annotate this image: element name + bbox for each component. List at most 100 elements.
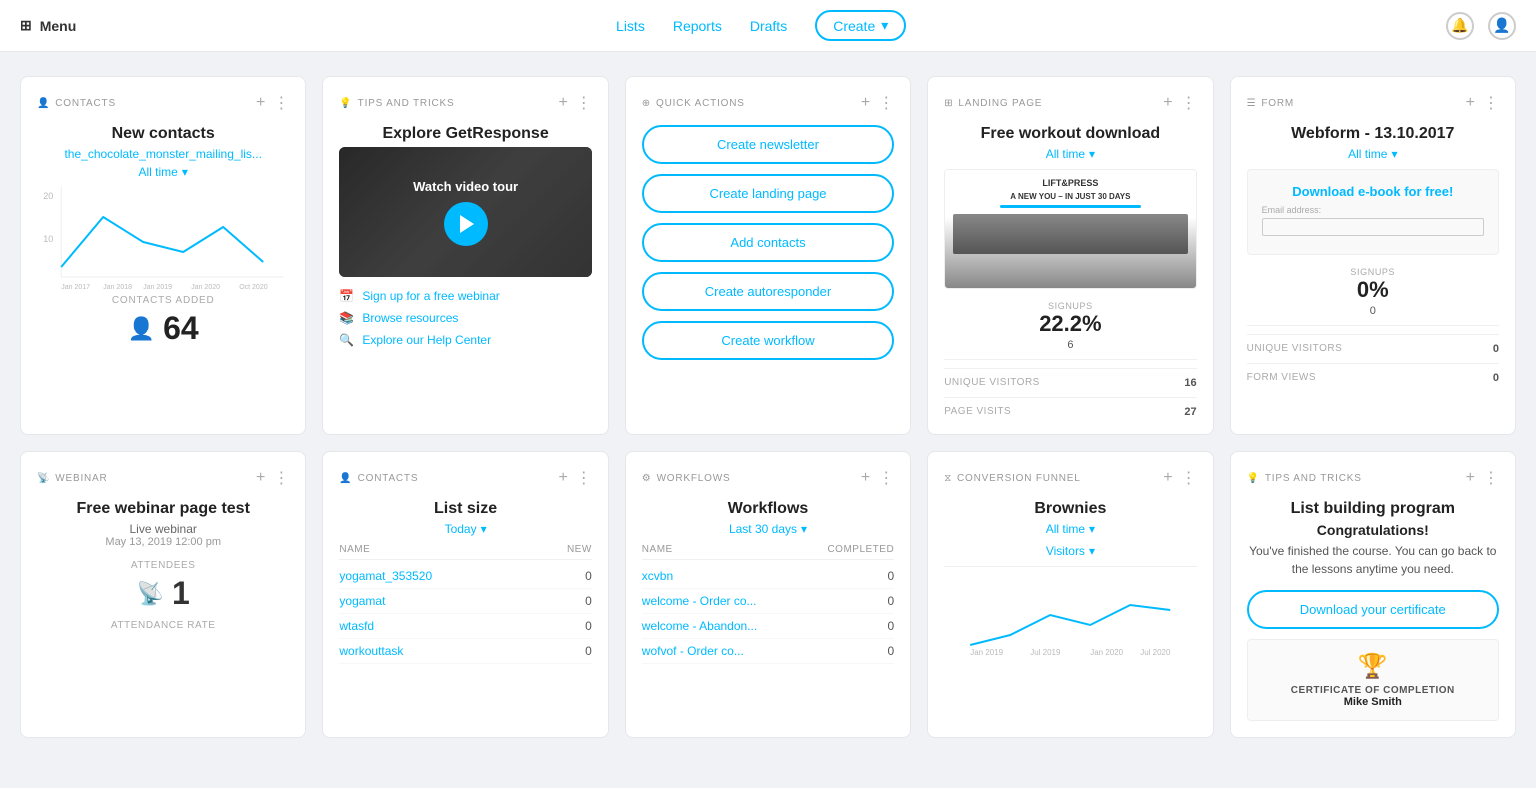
certificate-preview: 🏆 CERTIFICATE OF COMPLETION Mike Smith <box>1247 639 1499 721</box>
contacts-card: 👤 CONTACTS + ⋮ New contacts the_chocolat… <box>20 76 306 435</box>
video-thumbnail[interactable]: Watch video tour <box>339 147 591 277</box>
tips-bottom-title: List building program <box>1247 500 1499 518</box>
list-name-1[interactable]: yogamat_353520 <box>339 569 432 583</box>
form-views: FORM VIEWS 0 <box>1247 363 1499 384</box>
funnel-visitors-dropdown[interactable]: Visitors ▾ <box>944 544 1196 558</box>
more-options-icon[interactable]: ⋮ <box>576 93 592 113</box>
workflows-period-dropdown[interactable]: Last 30 days ▾ <box>642 522 894 536</box>
list-size-label: 👤 CONTACTS <box>339 473 418 484</box>
add-contacts-button[interactable]: Add contacts <box>642 223 894 262</box>
play-button[interactable] <box>444 202 488 246</box>
contacts-list-link[interactable]: the_chocolate_monster_mailing_lis... <box>37 147 289 161</box>
form-all-time-dropdown[interactable]: All time ▾ <box>1247 147 1499 161</box>
workflow-name-2[interactable]: welcome - Order co... <box>642 594 757 608</box>
svg-text:10: 10 <box>43 234 53 244</box>
attendees-count-row: 📡 1 <box>37 575 289 612</box>
list-row: yogamat 0 <box>339 589 591 614</box>
funnel-icon: ⧖ <box>944 473 952 484</box>
list-name-3[interactable]: wtasfd <box>339 619 374 633</box>
landing-page-label: ⊞ LANDING PAGE <box>944 98 1042 109</box>
contacts-count: 64 <box>163 310 199 347</box>
add-widget-icon[interactable]: + <box>256 469 265 487</box>
workflow-icon: ⚙ <box>642 473 652 484</box>
lp-signups: SIGNUPS 22.2% 6 <box>944 301 1196 351</box>
list-name-2[interactable]: yogamat <box>339 594 385 608</box>
add-widget-icon[interactable]: + <box>1163 469 1172 487</box>
more-options-icon[interactable]: ⋮ <box>1483 468 1499 488</box>
tips-card: 💡 TIPS AND TRICKS + ⋮ Explore GetRespons… <box>322 76 608 435</box>
create-workflow-button[interactable]: Create workflow <box>642 321 894 360</box>
nav-drafts[interactable]: Drafts <box>750 18 787 34</box>
add-widget-icon[interactable]: + <box>256 94 265 112</box>
add-widget-icon[interactable]: + <box>558 94 567 112</box>
workflow-row: welcome - Order co... 0 <box>642 589 894 614</box>
add-widget-icon[interactable]: + <box>861 94 870 112</box>
workflows-card-actions: + ⋮ <box>861 468 894 488</box>
more-options-icon[interactable]: ⋮ <box>878 93 894 113</box>
workflows-title: Workflows <box>642 500 894 518</box>
svg-text:Jan 2019: Jan 2019 <box>143 284 172 291</box>
quick-actions-card: ⊕ QUICK ACTIONS + ⋮ Create newsletter Cr… <box>625 76 911 435</box>
add-widget-icon[interactable]: + <box>1163 94 1172 112</box>
webinar-link[interactable]: 📅 Sign up for a free webinar <box>339 289 591 303</box>
workflow-row: wofvof - Order co... 0 <box>642 639 894 664</box>
webinar-icon: 📡 <box>37 473 50 484</box>
user-icon[interactable]: 👤 <box>1488 12 1516 40</box>
workflow-name-3[interactable]: welcome - Abandon... <box>642 619 757 633</box>
play-triangle-icon <box>460 215 474 233</box>
add-widget-icon[interactable]: + <box>861 469 870 487</box>
form-label: ☰ FORM <box>1247 98 1294 109</box>
more-options-icon[interactable]: ⋮ <box>1483 93 1499 113</box>
nav-lists[interactable]: Lists <box>616 18 645 34</box>
workflow-row: welcome - Abandon... 0 <box>642 614 894 639</box>
landing-page-card-header: ⊞ LANDING PAGE + ⋮ <box>944 93 1196 113</box>
notification-icon[interactable]: 🔔 <box>1446 12 1474 40</box>
svg-text:Jan 2019: Jan 2019 <box>970 648 1003 655</box>
contacts-label: 👤 CONTACTS <box>37 98 116 109</box>
help-center-link[interactable]: 🔍 Explore our Help Center <box>339 333 591 347</box>
svg-text:Jan 2020: Jan 2020 <box>191 284 220 291</box>
tips-bottom-label: 💡 TIPS AND TRICKS <box>1247 473 1362 484</box>
more-options-icon[interactable]: ⋮ <box>576 468 592 488</box>
create-label: Create <box>833 18 875 34</box>
chevron-down-icon: ▾ <box>1089 544 1095 558</box>
more-options-icon[interactable]: ⋮ <box>273 468 289 488</box>
menu-button[interactable]: ⊞ Menu <box>20 17 76 34</box>
more-options-icon[interactable]: ⋮ <box>273 93 289 113</box>
svg-text:Jan 2018: Jan 2018 <box>103 284 132 291</box>
add-widget-icon[interactable]: + <box>1466 469 1475 487</box>
workflows-table: NAME COMPLETED xcvbn 0 welcome - Order c… <box>642 544 894 664</box>
workflows-label: ⚙ WORKFLOWS <box>642 473 731 484</box>
more-options-icon[interactable]: ⋮ <box>878 468 894 488</box>
email-input-preview <box>1262 218 1484 236</box>
form-preview: Download e-book for free! Email address: <box>1247 169 1499 255</box>
more-options-icon[interactable]: ⋮ <box>1181 93 1197 113</box>
create-button[interactable]: Create ▾ <box>815 10 906 41</box>
tips-label: 💡 TIPS AND TRICKS <box>339 98 454 109</box>
nav-reports[interactable]: Reports <box>673 18 722 34</box>
webinar-card: 📡 WEBINAR + ⋮ Free webinar page test Liv… <box>20 451 306 738</box>
create-newsletter-button[interactable]: Create newsletter <box>642 125 894 164</box>
create-landing-page-button[interactable]: Create landing page <box>642 174 894 213</box>
list-size-today-dropdown[interactable]: Today ▾ <box>339 522 591 536</box>
all-time-dropdown[interactable]: All time ▾ <box>37 165 289 179</box>
cert-name: Mike Smith <box>1260 696 1486 708</box>
workflow-name-4[interactable]: wofvof - Order co... <box>642 644 744 658</box>
contacts-card-actions: + ⋮ <box>256 93 289 113</box>
download-certificate-button[interactable]: Download your certificate <box>1247 590 1499 629</box>
funnel-all-time-dropdown[interactable]: All time ▾ <box>944 522 1196 536</box>
add-widget-icon[interactable]: + <box>558 469 567 487</box>
lp-all-time-dropdown[interactable]: All time ▾ <box>944 147 1196 161</box>
funnel-label: ⧖ CONVERSION FUNNEL <box>944 473 1080 484</box>
create-autoresponder-button[interactable]: Create autoresponder <box>642 272 894 311</box>
more-options-icon[interactable]: ⋮ <box>1181 468 1197 488</box>
header-icons: 🔔 👤 <box>1446 12 1516 40</box>
user-icon: 👤 <box>37 98 50 109</box>
resources-link[interactable]: 📚 Browse resources <box>339 311 591 325</box>
list-name-4[interactable]: workouttask <box>339 644 403 658</box>
quick-actions-card-header: ⊕ QUICK ACTIONS + ⋮ <box>642 93 894 113</box>
add-widget-icon[interactable]: + <box>1466 94 1475 112</box>
workflow-name-1[interactable]: xcvbn <box>642 569 673 583</box>
attendees-label: ATTENDEES <box>37 560 289 571</box>
chevron-down-icon: ▾ <box>1089 147 1095 161</box>
